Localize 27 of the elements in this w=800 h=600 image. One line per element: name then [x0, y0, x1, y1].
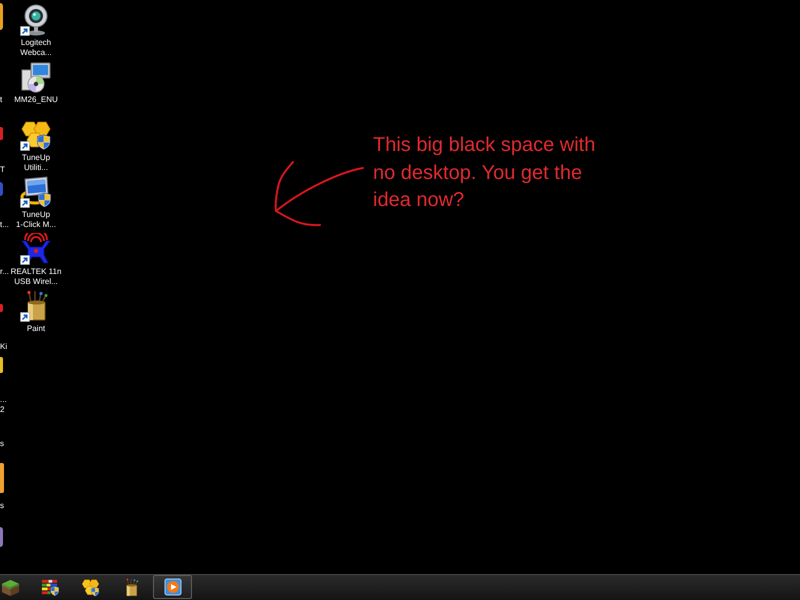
- desktop-shortcut[interactable]: Paint: [9, 286, 63, 334]
- desktop-shortcut[interactable]: TuneUp 1-Click M...: [9, 172, 63, 230]
- color-blocks-shield-icon: [40, 578, 59, 596]
- annotation-text: This big black space with no desktop. You get the idea now?: [373, 133, 596, 213]
- play-icon: [162, 577, 182, 597]
- installer-icon: [20, 61, 52, 94]
- partial-icon-label[interactable]: ...: [0, 394, 7, 405]
- partial-icon-label[interactable]: t: [0, 95, 2, 106]
- grass-block-icon: [1, 578, 20, 596]
- desktop-shortcut[interactable]: MM26_ENU: [9, 57, 63, 106]
- hexagon-shield-icon: [81, 578, 100, 596]
- partial-icon-label[interactable]: T: [0, 164, 5, 175]
- partial-icon-label[interactable]: s: [0, 501, 4, 512]
- desktop-shortcut[interactable]: TuneUp Utiliti...: [9, 114, 63, 173]
- partial-icon-label[interactable]: s: [0, 439, 4, 450]
- partial-icon-label[interactable]: r...: [0, 267, 9, 278]
- partial-icon-label[interactable]: 2: [0, 404, 4, 415]
- partial-icon-label[interactable]: t...: [0, 220, 9, 230]
- partial-app-icon[interactable]: [0, 463, 4, 494]
- hexagon-shield-icon: [20, 118, 52, 151]
- partial-icon-label[interactable]: Ki: [0, 342, 8, 352]
- partial-app-icon[interactable]: [0, 356, 3, 373]
- partial-app-icon[interactable]: [0, 3, 3, 30]
- desktop-shortcut[interactable]: REALTEK 11n USB Wirel...: [9, 229, 63, 288]
- desktop-shortcut[interactable]: Logitech Webca...: [9, 0, 63, 58]
- partial-app-icon[interactable]: [0, 526, 3, 547]
- taskbar-button[interactable]: [153, 575, 192, 599]
